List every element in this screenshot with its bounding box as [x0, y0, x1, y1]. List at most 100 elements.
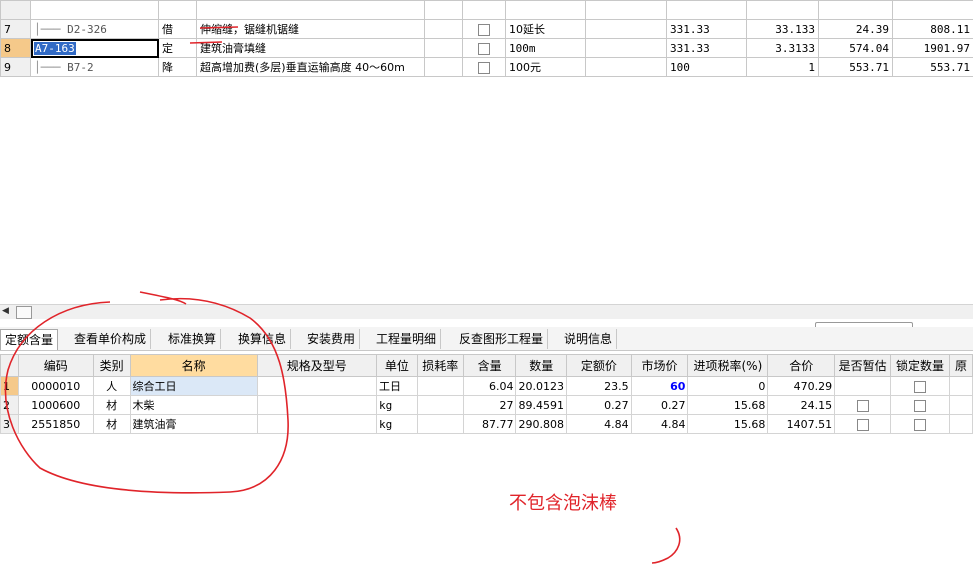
quota-code: B7-2: [67, 60, 94, 74]
cell-spec[interactable]: [256, 414, 377, 434]
col-loss-rate[interactable]: 损耗率: [416, 354, 464, 377]
cell-tax-rate[interactable]: 15.68: [687, 414, 769, 434]
col-lock-qty[interactable]: 锁定数量: [890, 354, 950, 377]
cell-name[interactable]: 木柴: [129, 395, 258, 415]
estimate-checkbox[interactable]: [856, 418, 869, 431]
col-code[interactable]: 编码: [17, 354, 94, 377]
quota-code[interactable]: A7-163: [34, 41, 76, 55]
quota-name[interactable]: 伸缩缝，锯缝机锯缝: [196, 19, 425, 39]
cell-unit[interactable]: kg: [375, 414, 418, 434]
scroll-left-icon[interactable]: ◀: [2, 306, 9, 316]
col-name[interactable]: 名称: [129, 354, 258, 377]
row-number: 1: [0, 376, 19, 396]
quota-name[interactable]: 建筑油膏填缝: [196, 38, 425, 58]
top-grid: 7 │─── D2-326 借 伸缩缝，锯缝机锯缝 10延长 331.33 33…: [0, 0, 973, 77]
cell-code[interactable]: 1000600: [17, 395, 94, 415]
tab-standard-conversion[interactable]: 标准换算: [164, 329, 222, 349]
cell-category[interactable]: 材: [92, 395, 131, 415]
checkbox[interactable]: [478, 42, 490, 55]
checkbox[interactable]: [478, 23, 490, 36]
lock-qty-checkbox[interactable]: [914, 380, 927, 393]
cell-unit[interactable]: 工日: [375, 376, 418, 396]
lock-qty-checkbox[interactable]: [914, 399, 927, 412]
top-row-selected[interactable]: 8 A7-163 定 建筑油膏填缝 100m 331.33 3.3133 574…: [0, 38, 973, 58]
cell-quota-price[interactable]: 0.27: [565, 395, 632, 415]
col-estimate[interactable]: 是否暂估: [834, 354, 892, 377]
horizontal-scrollbar[interactable]: ◀: [0, 304, 973, 319]
cell-category[interactable]: 人: [92, 376, 131, 396]
col-content[interactable]: 含量: [462, 354, 517, 377]
cell-category[interactable]: 材: [92, 414, 131, 434]
col-original[interactable]: 原: [948, 354, 973, 377]
cell-content[interactable]: 87.77: [462, 414, 517, 434]
scroll-thumb[interactable]: [16, 306, 32, 319]
cell-spec[interactable]: [256, 376, 377, 396]
cell-quota-price[interactable]: 23.5: [565, 376, 632, 396]
cell-quantity[interactable]: 20.0123: [515, 376, 567, 396]
resource-grid: 编码 类别 名称 规格及型号 单位 损耗率 含量 数量 定额价 市场价 进项税率…: [0, 354, 973, 434]
quota-amount: 3.3133: [746, 38, 819, 58]
header-row: 编码 类别 名称 规格及型号 单位 损耗率 含量 数量 定额价 市场价 进项税率…: [0, 354, 973, 377]
annotation-note: 不包含泡沫棒: [509, 493, 617, 514]
quota-code: D2-326: [67, 22, 107, 36]
cell-name[interactable]: 综合工日: [129, 376, 258, 396]
tab-strip: 定额含量 查看单价构成 标准换算 换算信息 安装费用 工程量明细 反查图形工程量…: [0, 327, 973, 351]
cell-spec[interactable]: [256, 395, 377, 415]
estimate-checkbox[interactable]: [856, 399, 869, 412]
cell-content[interactable]: 6.04: [462, 376, 517, 396]
cell-loss-rate[interactable]: [416, 395, 464, 415]
top-row[interactable]: 7 │─── D2-326 借 伸缩缝，锯缝机锯缝 10延长 331.33 33…: [0, 19, 973, 39]
cell-market-price[interactable]: 4.84: [630, 414, 689, 434]
cell-total: 24.15: [767, 395, 836, 415]
col-total[interactable]: 合价: [767, 354, 836, 377]
col-spec[interactable]: 规格及型号: [256, 354, 377, 377]
col-tax-rate[interactable]: 进项税率(%): [687, 354, 769, 377]
cell-tax-rate[interactable]: 15.68: [687, 395, 769, 415]
cell-name[interactable]: 建筑油膏: [129, 414, 258, 434]
tab-conversion-info[interactable]: 换算信息: [234, 329, 292, 349]
lock-qty-checkbox[interactable]: [914, 418, 927, 431]
quota-price: 574.04: [818, 38, 893, 58]
col-quota-price[interactable]: 定额价: [565, 354, 632, 377]
cell-content[interactable]: 27: [462, 395, 517, 415]
quota-amount: 33.133: [746, 19, 819, 39]
cell-code[interactable]: 0000010: [17, 376, 94, 396]
quota-type: 借: [158, 19, 197, 39]
table-row[interactable]: 2 1000600 材 木柴 kg 27 89.4591 0.27 0.27 1…: [0, 395, 973, 415]
checkbox[interactable]: [478, 61, 490, 74]
cell-tax-rate[interactable]: 0: [687, 376, 769, 396]
quota-name[interactable]: 超高增加费(多层)垂直运输高度 40～60m: [196, 57, 425, 77]
row-number: 2: [0, 395, 19, 415]
tab-unit-price[interactable]: 查看单价构成: [70, 329, 152, 349]
col-unit[interactable]: 单位: [375, 354, 418, 377]
cell-total: 470.29: [767, 376, 836, 396]
cell-quota-price[interactable]: 4.84: [565, 414, 632, 434]
row-number: 7: [0, 19, 31, 39]
quota-amount: 1: [746, 57, 819, 77]
cell-market-price[interactable]: 0.27: [630, 395, 689, 415]
tab-graphic-quantity[interactable]: 反查图形工程量: [455, 329, 549, 349]
top-row-partial[interactable]: [0, 0, 973, 20]
cell-quantity[interactable]: 290.808: [515, 414, 567, 434]
table-row[interactable]: 3 2551850 材 建筑油膏 kg 87.77 290.808 4.84 4…: [0, 414, 973, 434]
cell-code[interactable]: 2551850: [17, 414, 94, 434]
cell-loss-rate[interactable]: [416, 414, 464, 434]
table-row[interactable]: 1 0000010 人 综合工日 工日 6.04 20.0123 23.5 60…: [0, 376, 973, 396]
red-annotation-marks: [4, 26, 681, 564]
tab-install-fee[interactable]: 安装费用: [303, 329, 361, 349]
tab-quantity-detail[interactable]: 工程量明细: [372, 329, 442, 349]
col-category[interactable]: 类别: [92, 354, 131, 377]
quota-total: 553.71: [892, 57, 973, 77]
quota-total: 808.11: [892, 19, 973, 39]
row-number: 3: [0, 414, 19, 434]
col-market-price[interactable]: 市场价: [630, 354, 689, 377]
quota-unit: 100元: [505, 57, 586, 77]
cell-market-price[interactable]: 60: [630, 376, 689, 396]
top-row[interactable]: 9 │─── B7-2 降 超高增加费(多层)垂直运输高度 40～60m 100…: [0, 57, 973, 77]
cell-loss-rate[interactable]: [416, 376, 464, 396]
cell-quantity[interactable]: 89.4591: [515, 395, 567, 415]
cell-unit[interactable]: kg: [375, 395, 418, 415]
tab-quota-content[interactable]: 定额含量: [0, 329, 59, 350]
col-quantity[interactable]: 数量: [515, 354, 567, 377]
tab-description[interactable]: 说明信息: [560, 329, 618, 349]
